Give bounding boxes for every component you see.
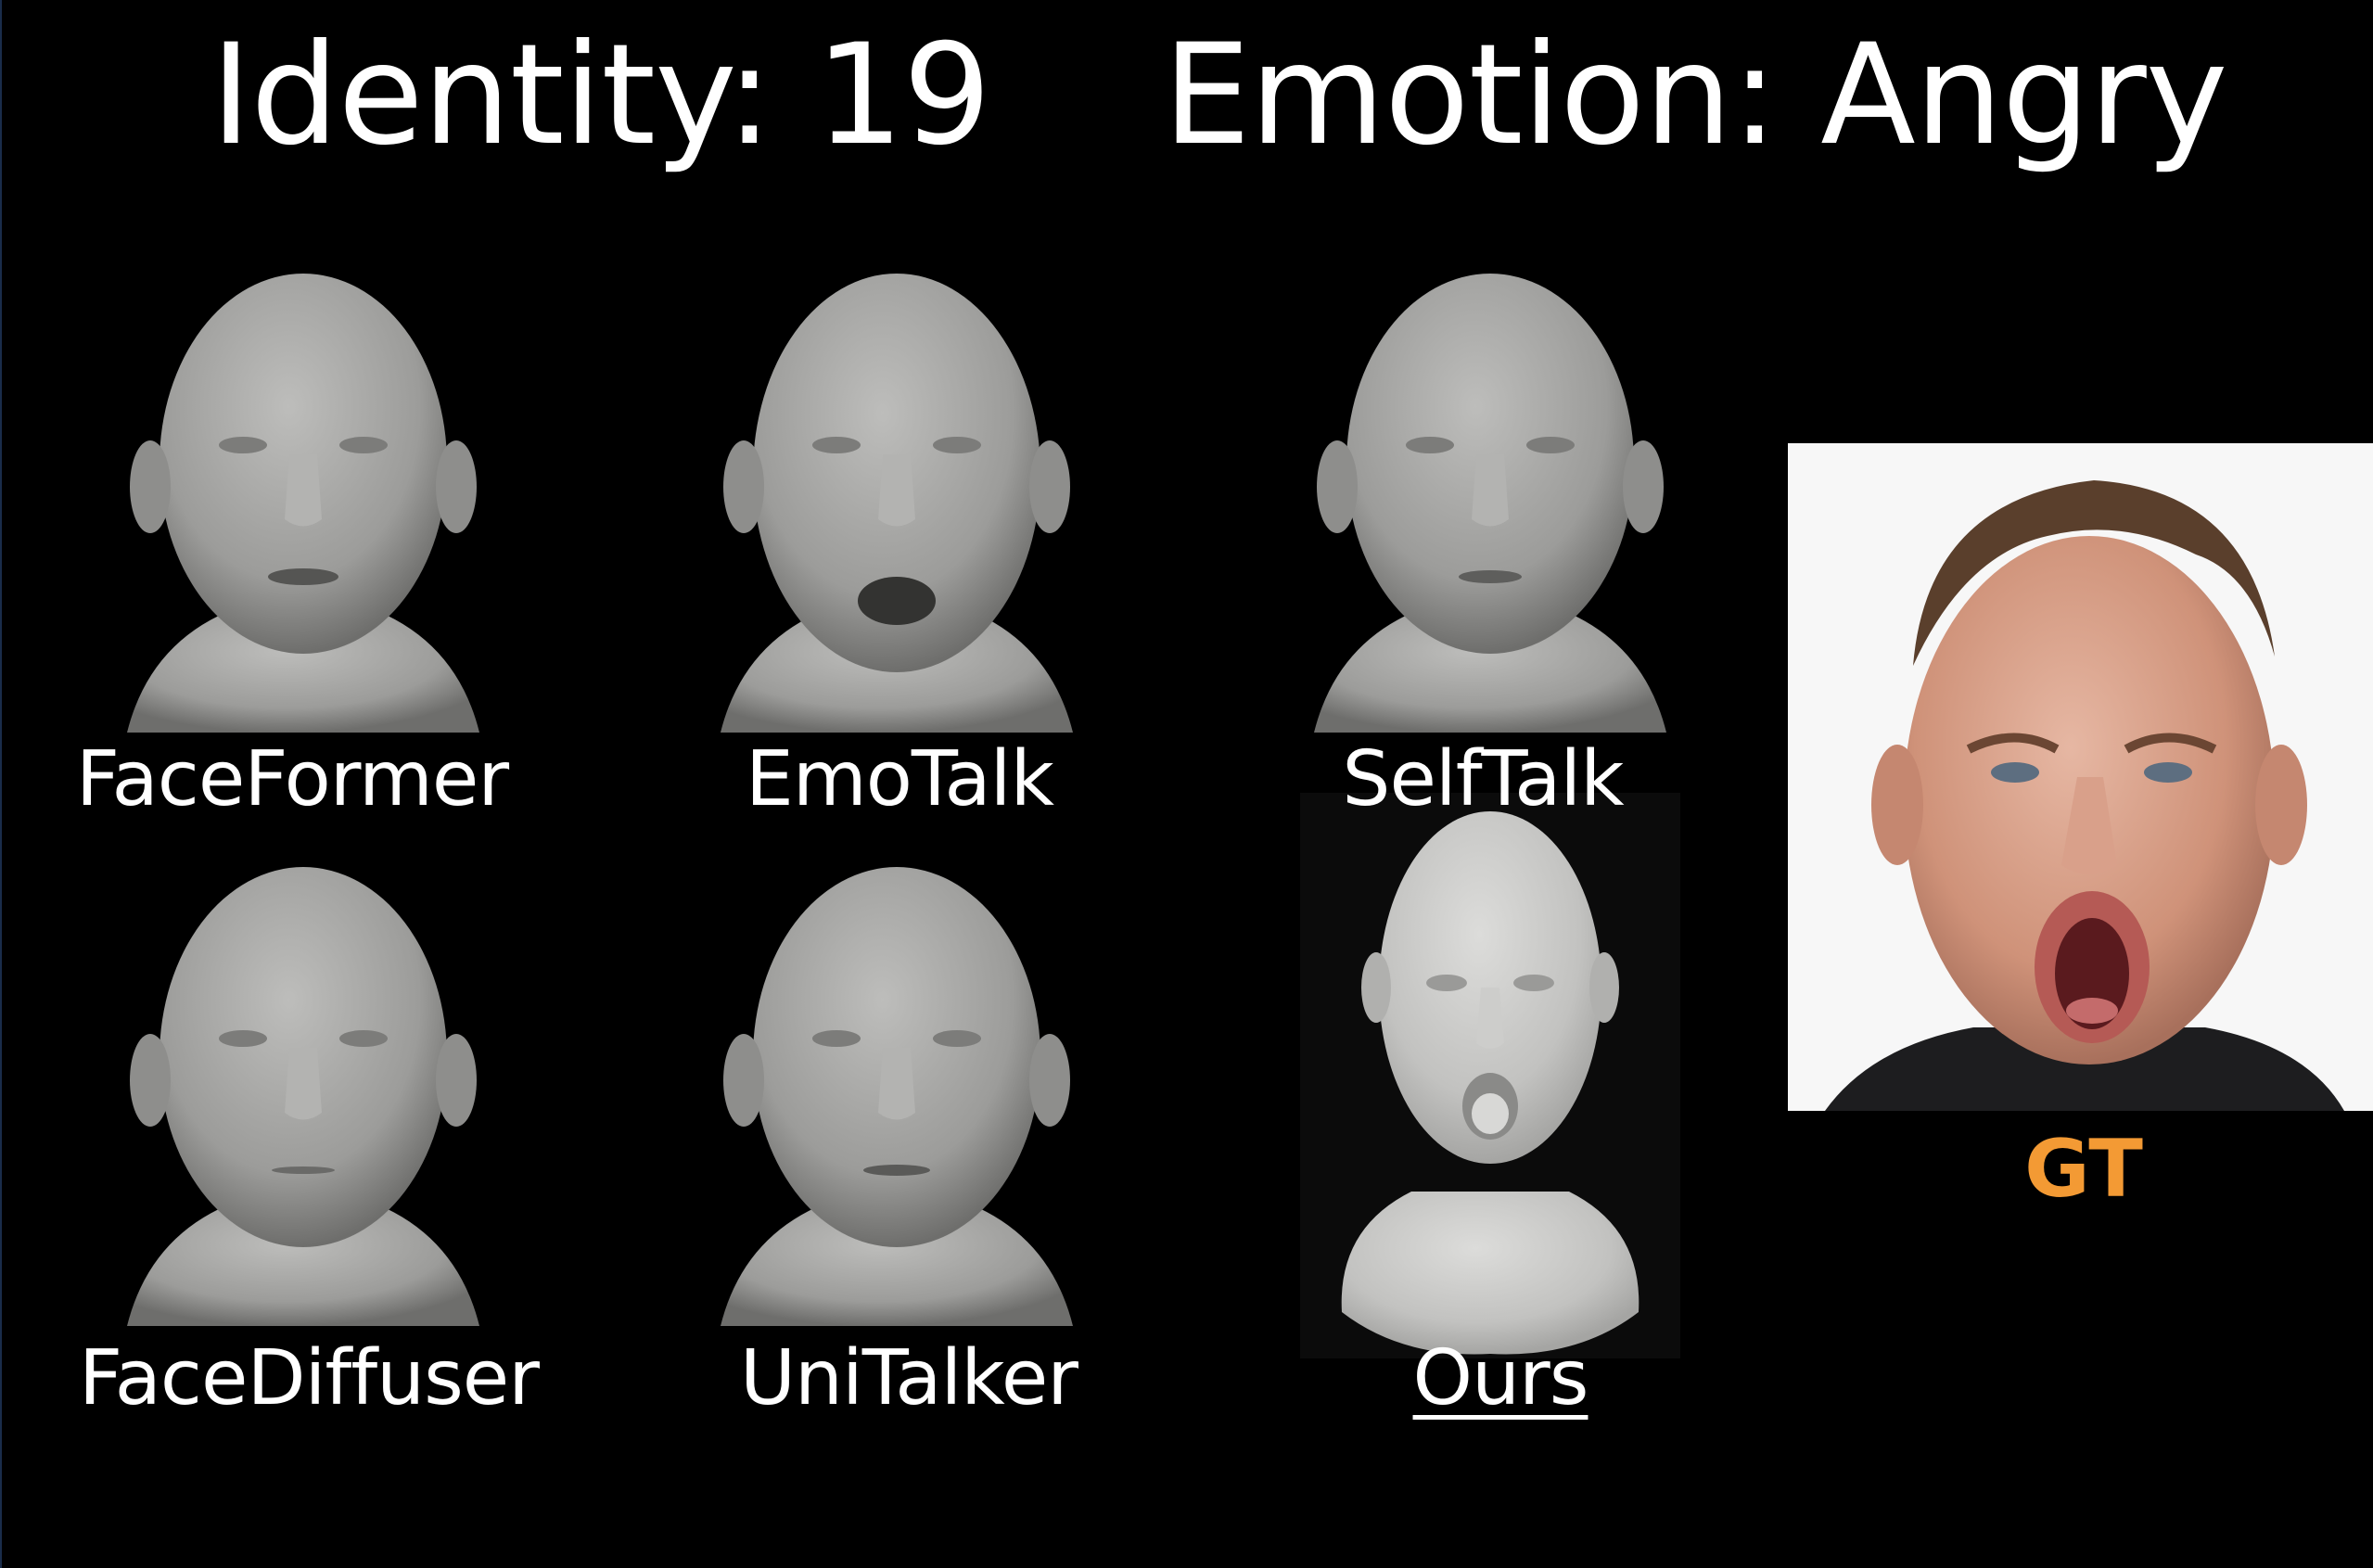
head-mesh-selftalk [1249,250,1731,733]
head-mesh-unitalker [656,844,1138,1326]
head-mesh-emotalk [656,250,1138,733]
ground-truth-photo [1788,443,2373,1111]
method-label-emotalk: EmoTalk [746,735,1054,823]
method-label-selftalk: SelfTalk [1342,735,1624,823]
figure-canvas: Identity: 19 Emotion: Angry FaceFormer E… [0,0,2373,1568]
ours-render-panel [1300,793,1680,1358]
method-label-ours: Ours [1412,1334,1589,1422]
method-label-faceformer: FaceFormer [75,735,509,823]
method-label-unitalker: UniTalker [739,1334,1078,1422]
ground-truth-label: GT [2024,1123,2143,1216]
method-label-facediffuser: FaceDiffuser [79,1334,540,1422]
emotion-label: Emotion: Angry [1163,15,2228,176]
head-mesh-faceformer [62,250,544,733]
head-mesh-facediffuser [62,844,544,1326]
identity-label: Identity: 19 [211,15,991,176]
